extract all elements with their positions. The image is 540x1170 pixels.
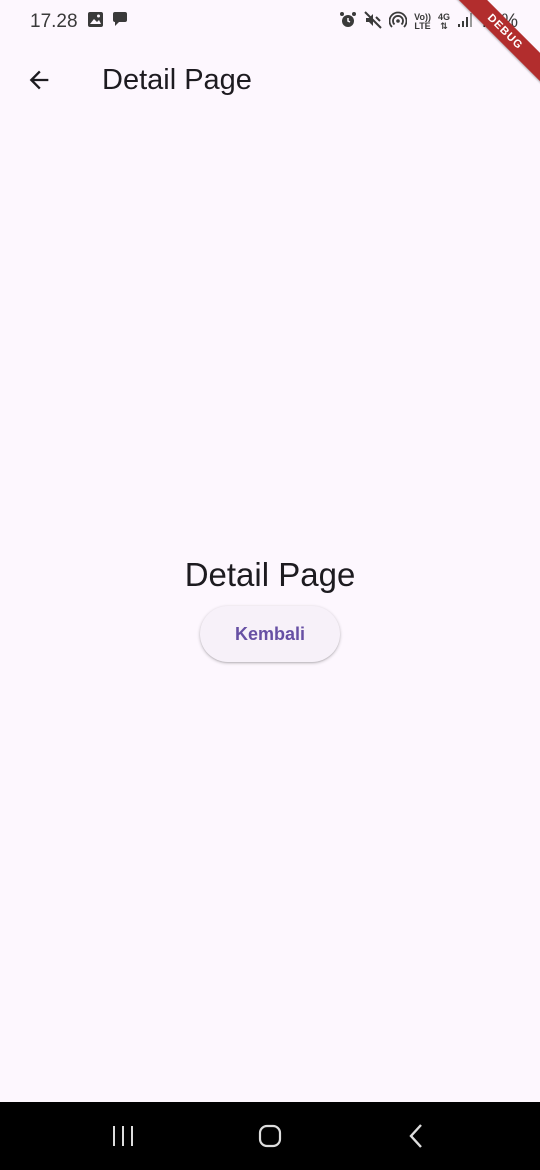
arrow-back-icon xyxy=(29,70,49,90)
battery-text: 77% xyxy=(479,11,518,32)
alarm-icon xyxy=(339,11,357,34)
network-text: 4G xyxy=(437,12,450,22)
signal-icon xyxy=(457,12,473,33)
image-icon xyxy=(87,11,104,33)
status-left: 17.28 xyxy=(30,11,129,33)
recent-apps-button[interactable] xyxy=(83,1106,163,1166)
back-button[interactable] xyxy=(11,52,67,108)
app-bar: Detail Page xyxy=(0,44,540,116)
home-button[interactable] xyxy=(230,1106,310,1166)
hotspot-icon xyxy=(388,11,408,34)
volte-icon: Vo)) LTE xyxy=(414,13,431,31)
status-time: 17.28 xyxy=(30,11,78,32)
back-nav-button[interactable] xyxy=(377,1106,457,1166)
status-right: Vo)) LTE 4G ⇅ 77% xyxy=(339,10,518,34)
volte-bottom-text: LTE xyxy=(414,21,431,31)
body-title: Detail Page xyxy=(184,556,356,593)
status-bar: 17.28 Vo)) LTE 4G ⇅ 77% xyxy=(0,0,540,44)
back-icon xyxy=(409,1124,422,1148)
mute-icon xyxy=(364,10,382,34)
chat-bubble-icon xyxy=(111,11,129,33)
app-bar-title: Detail Page xyxy=(102,63,252,96)
recent-apps-icon xyxy=(113,1126,134,1146)
screen: 17.28 Vo)) LTE 4G ⇅ 77% DEBUG Detail Pag… xyxy=(0,0,540,1170)
body-content: Detail Page Kembali xyxy=(0,552,540,662)
home-icon xyxy=(258,1124,282,1148)
4g-icon: 4G ⇅ xyxy=(437,12,450,31)
kembali-button[interactable]: Kembali xyxy=(200,606,340,662)
system-nav-bar xyxy=(0,1102,540,1170)
